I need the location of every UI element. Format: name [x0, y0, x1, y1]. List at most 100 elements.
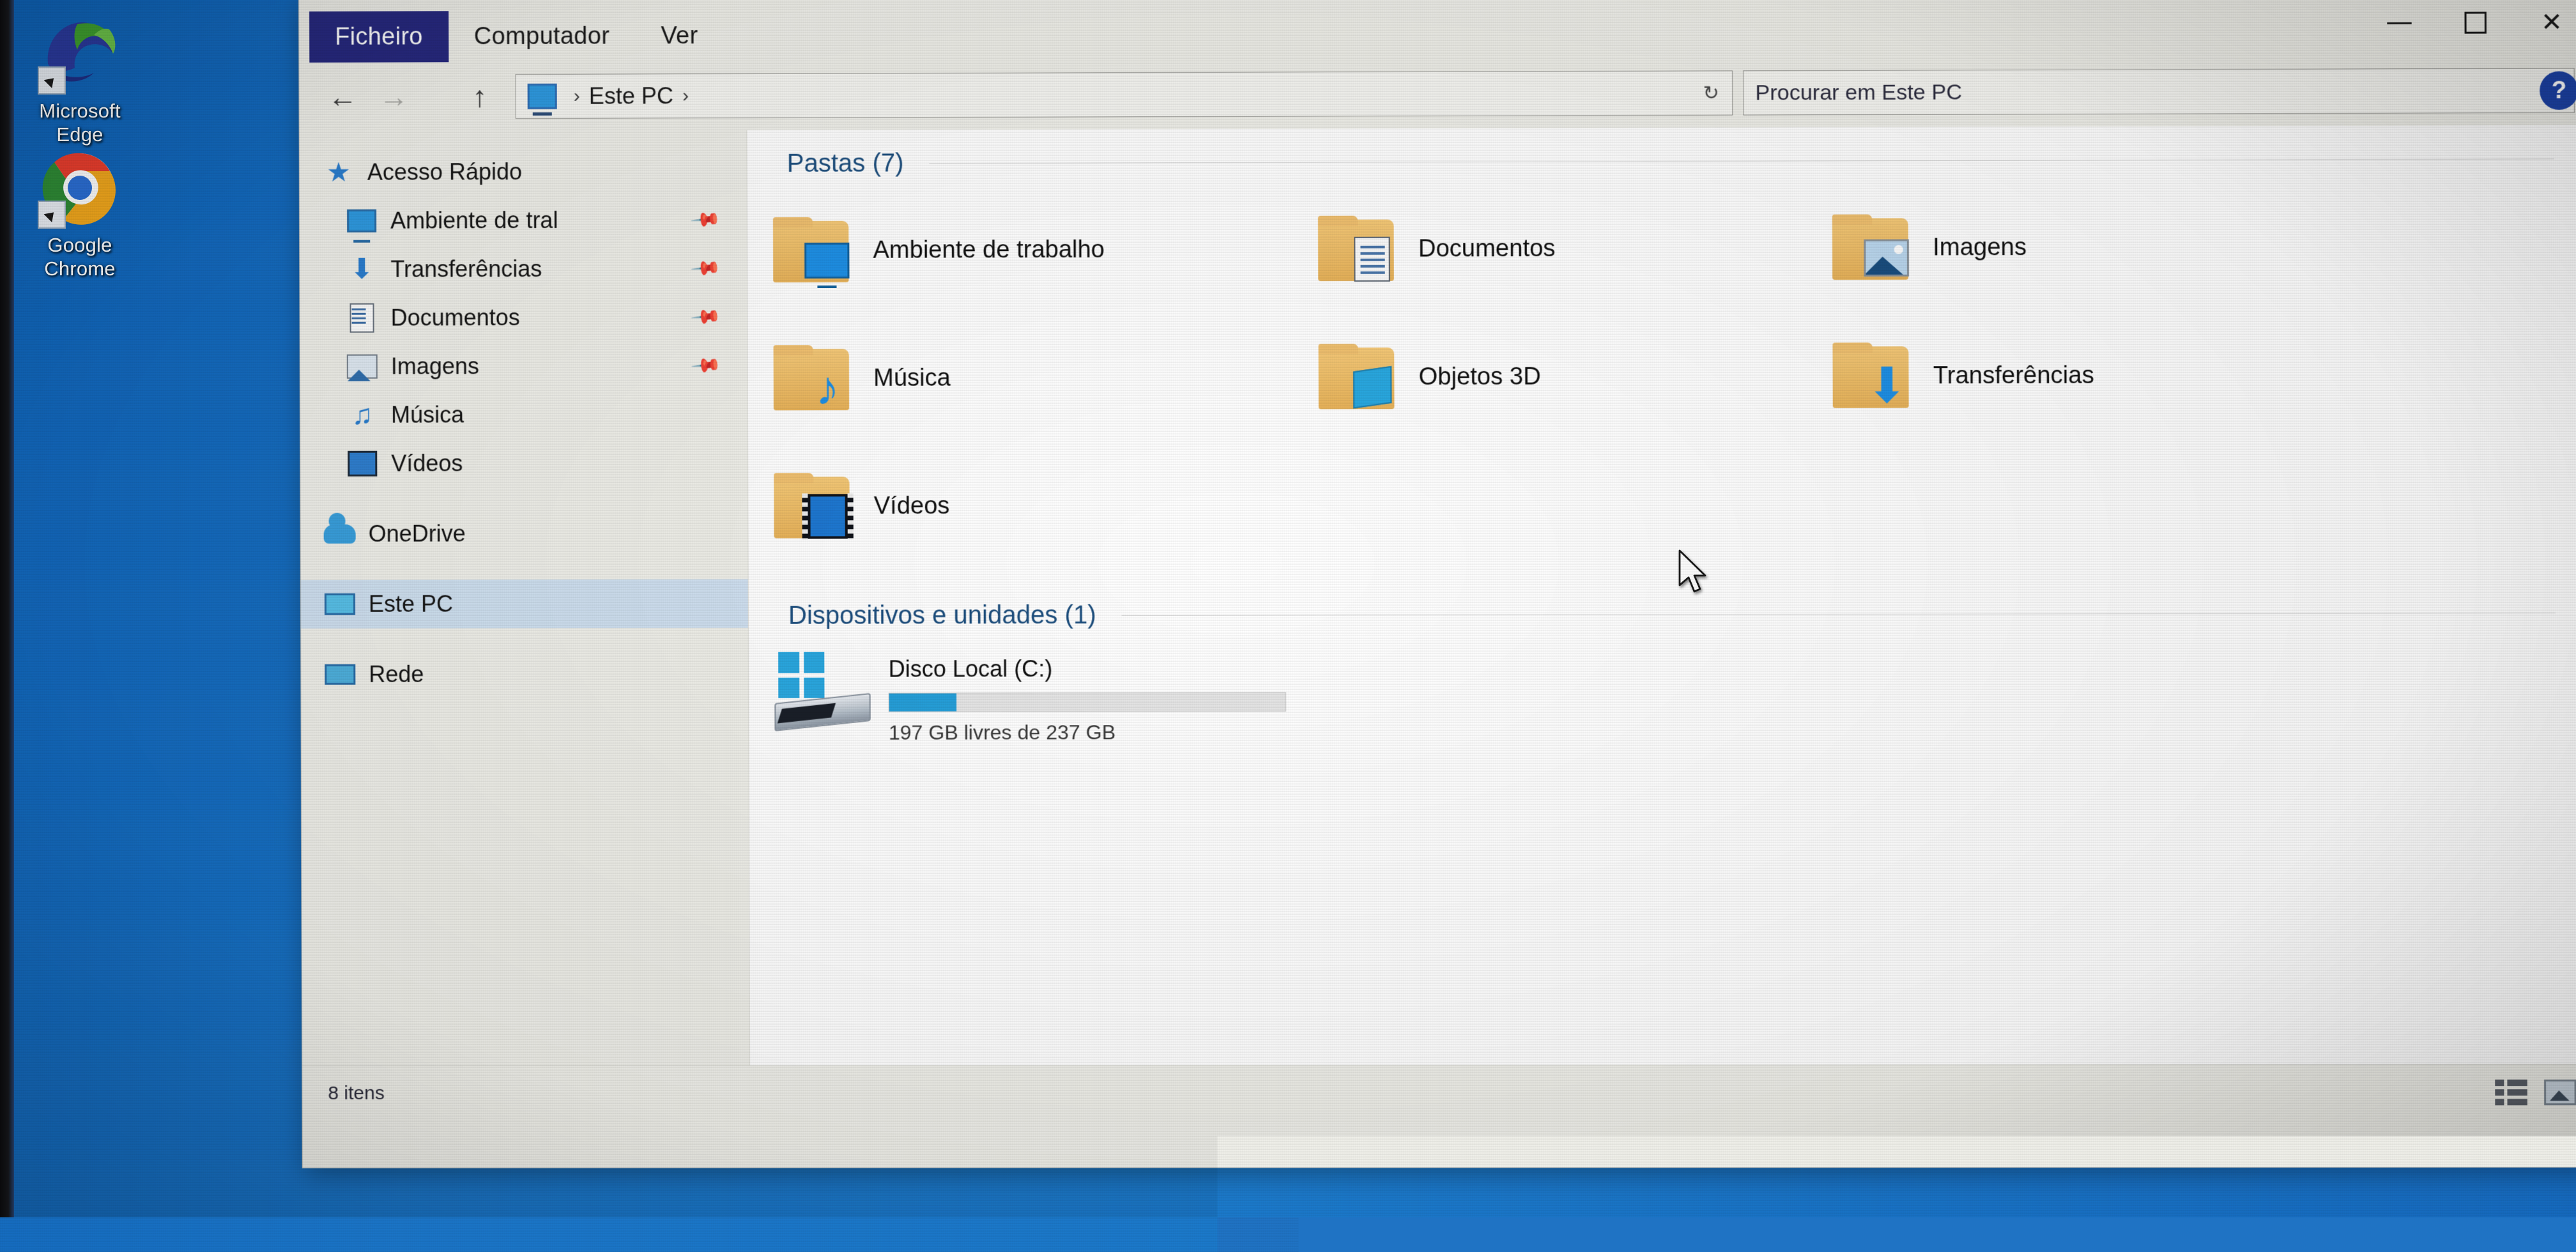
desktop-icon — [346, 205, 378, 237]
folder-item-transferencias[interactable]: ⬇ Transferências — [1832, 314, 2380, 437]
pin-icon[interactable]: 📌 — [689, 349, 722, 382]
sidebar-item-label: Este PC — [369, 591, 453, 618]
videos-icon — [346, 448, 378, 480]
minimize-icon — [2387, 22, 2411, 24]
network-icon — [324, 659, 356, 691]
cloud-icon — [324, 518, 356, 550]
recent-locations-chevron-icon[interactable]: ⱟ — [419, 71, 454, 122]
sidebar-spacer — [300, 487, 747, 510]
sidebar-item-transferencias[interactable]: ⬇ Transferências 📌 — [300, 244, 747, 294]
pictures-icon — [346, 351, 378, 383]
folder-pictures-icon — [1832, 214, 1911, 281]
maximize-icon — [2464, 11, 2486, 33]
folder-item-objetos-3d[interactable]: Objetos 3D — [1318, 315, 1832, 438]
help-button[interactable]: ? — [2540, 71, 2576, 109]
folder-item-label: Música — [873, 364, 951, 392]
pin-icon[interactable]: 📌 — [689, 204, 721, 236]
sidebar-item-label: Acesso Rápido — [367, 158, 522, 186]
group-header-pastas[interactable]: ⱟ Pastas (7) — [773, 144, 2576, 178]
back-button[interactable]: ← — [317, 72, 368, 123]
folder-music-icon: ♪ — [774, 345, 852, 411]
sidebar-item-ambiente-de-trabalho[interactable]: Ambiente de tral 📌 — [300, 195, 747, 245]
folder-item-musica[interactable]: ♪ Música — [773, 316, 1319, 439]
sidebar-item-label: Rede — [369, 661, 424, 688]
forward-button[interactable]: → — [368, 71, 419, 122]
star-icon: ★ — [323, 156, 355, 188]
folder-item-documentos[interactable]: Documentos — [1318, 187, 1832, 310]
folder-item-label: Vídeos — [874, 492, 950, 520]
breadcrumb-separator: › — [565, 86, 589, 107]
folder-item-label: Ambiente de trabalho — [873, 236, 1105, 264]
search-box[interactable]: Procurar em Este PC ⌕ — [1743, 68, 2575, 115]
group-title: Dispositivos e unidades (1) — [788, 601, 1096, 630]
sidebar-item-este-pc[interactable]: Este PC — [301, 579, 748, 629]
divider — [1122, 613, 2556, 616]
drive-item-disco-local-c[interactable]: Disco Local (C:) 197 GB livres de 237 GB — [774, 649, 2576, 745]
minimize-button[interactable] — [2361, 0, 2438, 56]
address-bar[interactable]: › Este PC › ⱟ ↻ — [516, 70, 1733, 119]
folder-item-ambiente-de-trabalho[interactable]: Ambiente de trabalho — [773, 188, 1319, 311]
folder-item-label: Imagens — [1933, 234, 2027, 262]
folder-item-videos[interactable]: Vídeos — [774, 445, 1319, 567]
folder-desktop-icon — [773, 217, 852, 284]
status-item-count: 8 itens — [328, 1082, 385, 1104]
folder-grid: Ambiente de trabalho Documentos Imagens … — [773, 185, 2576, 567]
folder-item-label: Objetos 3D — [1418, 363, 1540, 391]
desktop-icon-microsoft-edge[interactable]: Microsoft Edge — [13, 14, 147, 146]
sidebar-item-rede[interactable]: Rede — [301, 650, 748, 699]
sidebar-item-musica[interactable]: ♫ Música — [300, 390, 747, 439]
pin-icon[interactable]: 📌 — [689, 301, 722, 333]
sidebar-spacer — [301, 558, 748, 580]
folder-downloads-icon: ⬇ — [1832, 342, 1911, 409]
tab-computador[interactable]: Computador — [448, 10, 636, 62]
tab-ver[interactable]: Ver — [635, 10, 723, 61]
folder-item-imagens[interactable]: Imagens — [1832, 185, 2380, 309]
sidebar-item-label: Ambiente de tral — [390, 207, 558, 234]
folder-3dobjects-icon — [1319, 344, 1397, 411]
maximize-button[interactable] — [2437, 0, 2514, 56]
breadcrumb-separator[interactable]: › — [673, 85, 698, 107]
refresh-icon[interactable]: ↻ — [1703, 82, 1719, 104]
tab-ficheiro[interactable]: Ficheiro — [309, 11, 448, 63]
search-input-placeholder[interactable]: Procurar em Este PC — [1755, 80, 1962, 105]
sidebar-item-videos[interactable]: Vídeos — [300, 439, 747, 488]
desktop-icon-label: Edge — [13, 123, 147, 147]
group-header-dispositivos[interactable]: ⱟ Dispositivos e unidades (1) — [774, 599, 2576, 630]
shortcut-badge-icon — [38, 66, 66, 95]
sidebar-item-label: Imagens — [391, 353, 479, 379]
drive-name: Disco Local (C:) — [889, 655, 1286, 683]
details-view-icon[interactable] — [2495, 1080, 2527, 1105]
this-pc-icon — [324, 588, 356, 620]
drive-free-space: 197 GB livres de 237 GB — [889, 721, 1286, 745]
divider — [930, 158, 2554, 164]
sidebar-item-label: Vídeos — [391, 450, 463, 477]
sidebar-spacer — [301, 628, 748, 650]
documents-icon — [346, 302, 378, 334]
large-icons-view-icon[interactable] — [2544, 1080, 2576, 1105]
folder-item-label: Documentos — [1418, 234, 1556, 263]
sidebar-item-label: Música — [391, 401, 464, 428]
sidebar-item-onedrive[interactable]: OneDrive — [301, 509, 748, 558]
view-toggle-group — [2495, 1080, 2576, 1105]
pin-icon[interactable]: 📌 — [689, 252, 722, 285]
sidebar-item-label: OneDrive — [369, 521, 466, 547]
sidebar-item-imagens[interactable]: Imagens 📌 — [300, 341, 747, 391]
desktop-icon-google-chrome[interactable]: Google Chrome — [13, 148, 147, 280]
shortcut-badge-icon — [38, 201, 66, 229]
drive-usage-bar — [889, 692, 1286, 712]
sidebar-item-documentos[interactable]: Documentos 📌 — [300, 293, 747, 342]
this-pc-icon — [528, 84, 557, 109]
monitor-bezel-bottom — [0, 1246, 2576, 1252]
sidebar-item-label: Transferências — [390, 256, 542, 283]
edge-icon — [40, 14, 119, 93]
desktop-icon-label: Google — [13, 234, 147, 257]
breadcrumb-este-pc[interactable]: Este PC — [589, 82, 673, 109]
navigation-bar: ← → ⱟ ↑ › Este PC › ⱟ ↻ Procurar em Este… — [299, 56, 2576, 132]
mouse-cursor — [1677, 549, 1712, 597]
up-button[interactable]: ↑ — [454, 71, 505, 122]
close-button[interactable]: ✕ — [2513, 0, 2576, 56]
folder-item-label: Transferências — [1933, 362, 2094, 390]
downloads-icon: ⬇ — [346, 254, 378, 286]
chrome-icon — [40, 148, 119, 227]
sidebar-item-acesso-rapido[interactable]: ★ Acesso Rápido — [300, 147, 747, 197]
